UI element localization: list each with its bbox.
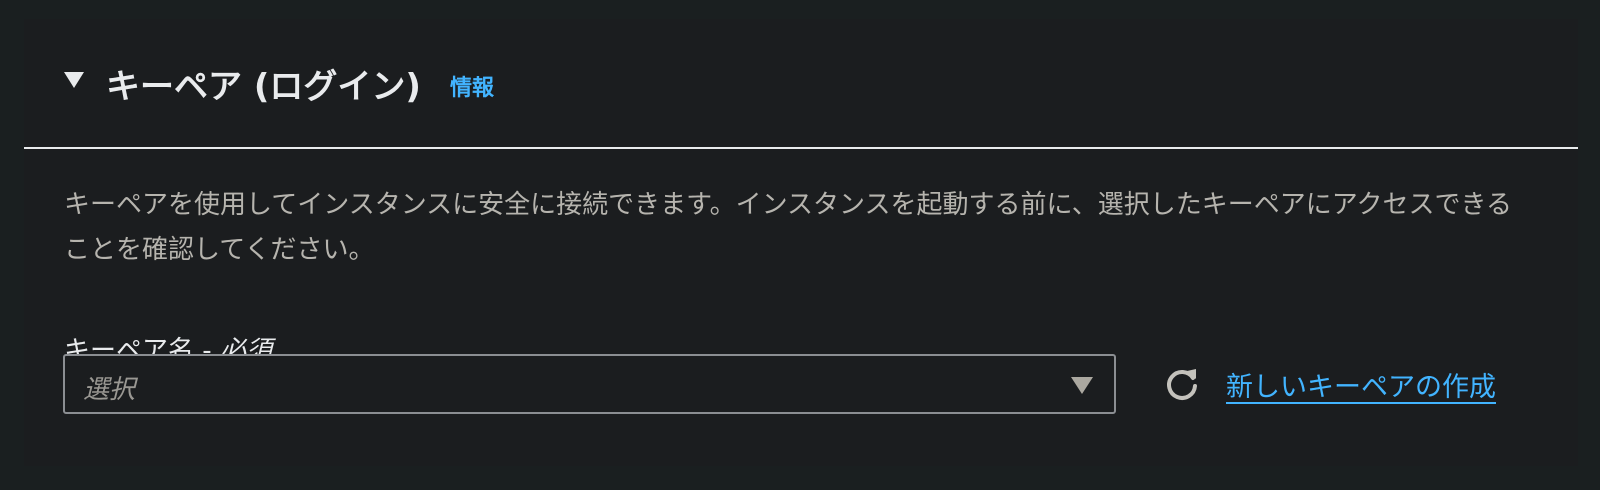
refresh-icon bbox=[1167, 369, 1197, 400]
section-title: キーペア (ログイン) bbox=[106, 67, 421, 107]
refresh-button[interactable] bbox=[1162, 364, 1202, 404]
create-key-pair-link[interactable]: 新しいキーペアの作成 bbox=[1226, 365, 1496, 404]
key-pair-panel: キーペア (ログイン) 情報 キーペアを使用してインスタンスに安全に接続できます… bbox=[24, 19, 1578, 466]
info-link[interactable]: 情報 bbox=[450, 70, 494, 102]
section-description: キーペアを使用してインスタンスに安全に接続できます。インスタンスを起動する前に、… bbox=[64, 190, 1512, 265]
section-header[interactable]: キーペア (ログイン) 情報 bbox=[24, 19, 1578, 149]
key-pair-select[interactable]: 選択 bbox=[63, 354, 1116, 414]
select-placeholder: 選択 bbox=[83, 375, 136, 405]
dropdown-arrow-icon bbox=[1071, 377, 1093, 394]
caret-down-icon[interactable] bbox=[64, 72, 84, 88]
